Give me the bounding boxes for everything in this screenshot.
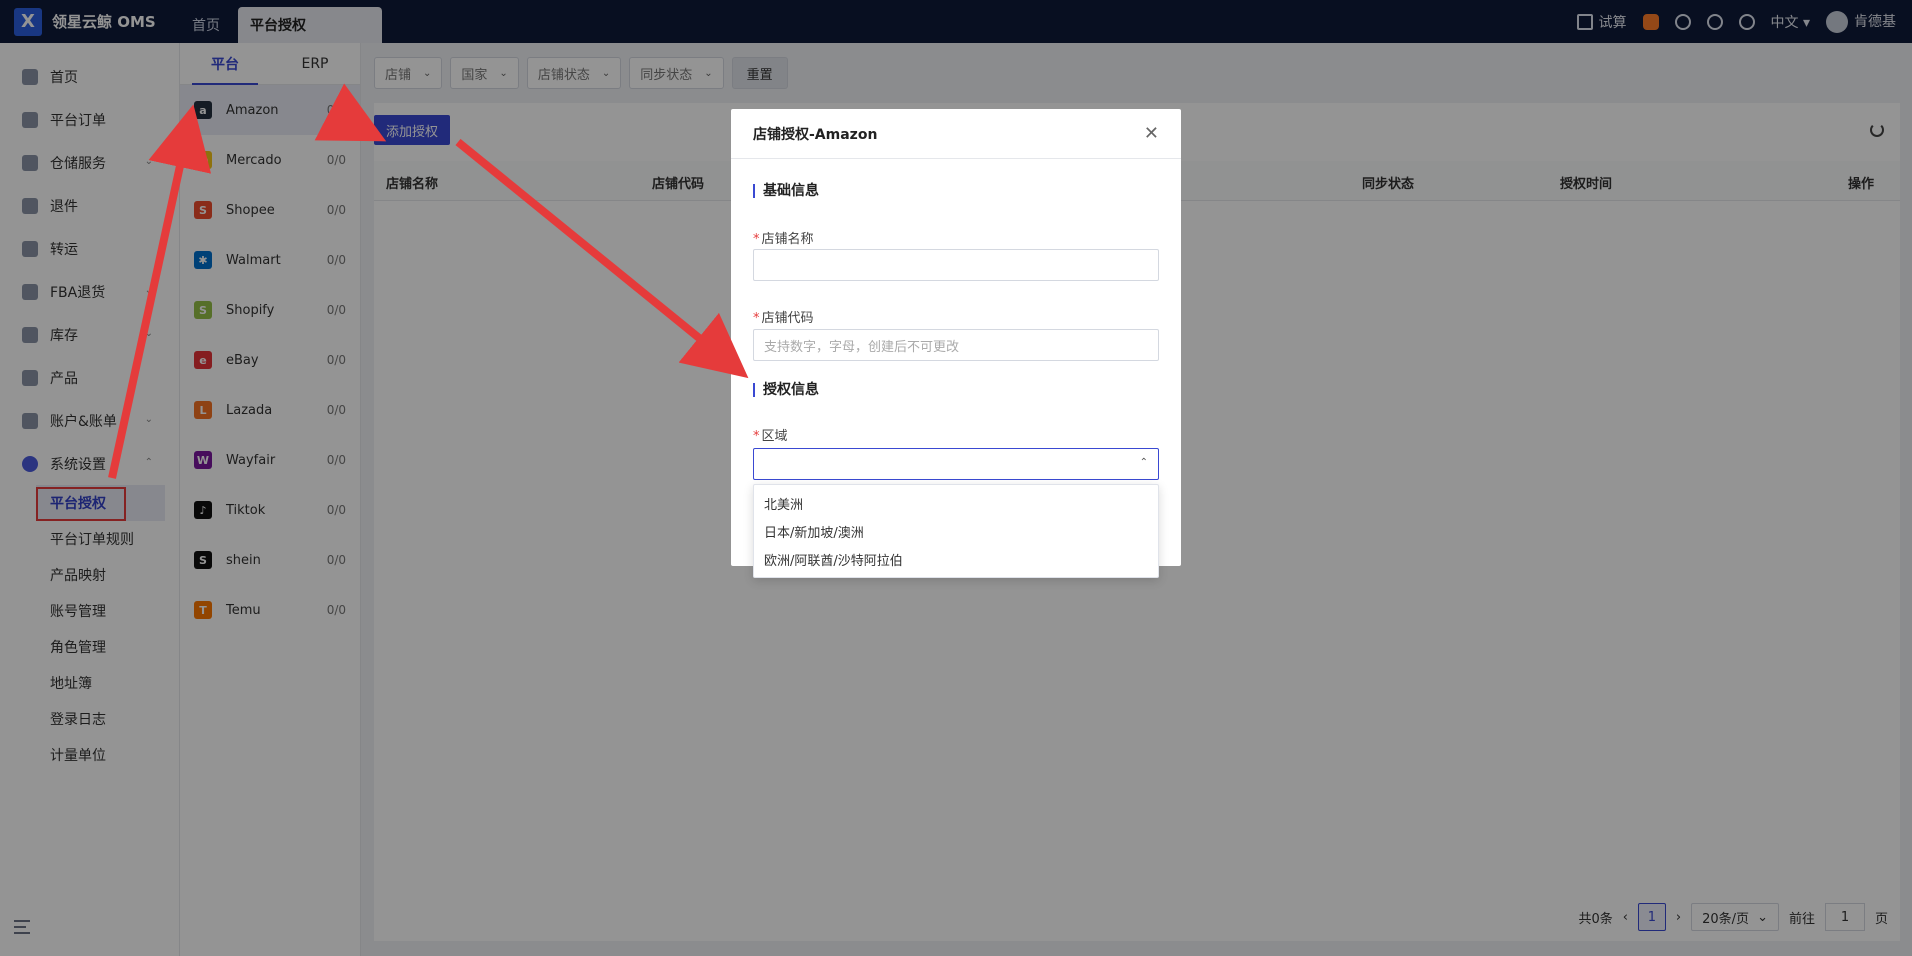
region-label: * 区域 xyxy=(753,425,788,444)
required-mark: * xyxy=(753,311,760,326)
shop-code-input[interactable]: 支持数字，字母，创建后不可更改 xyxy=(753,329,1159,361)
shop-code-label-text: 店铺代码 xyxy=(761,311,814,326)
dialog-header: 店铺授权-Amazon ✕ xyxy=(731,109,1181,159)
region-label-text: 区域 xyxy=(761,429,788,444)
section-auth-info: 授权信息 xyxy=(753,383,819,397)
chevron-up-icon: ⌃ xyxy=(1139,457,1148,468)
required-mark: * xyxy=(753,232,760,247)
close-icon[interactable]: ✕ xyxy=(1144,123,1159,144)
shop-name-label: * 店铺名称 xyxy=(753,228,814,247)
shop-code-label: * 店铺代码 xyxy=(753,307,814,326)
region-dropdown: 北美洲 日本/新加坡/澳洲 欧洲/阿联酋/沙特阿拉伯 xyxy=(753,484,1159,578)
dialog-title: 店铺授权-Amazon xyxy=(753,126,878,143)
required-mark: * xyxy=(753,429,760,444)
region-select[interactable]: ⌃ xyxy=(753,448,1159,480)
shop-name-label-text: 店铺名称 xyxy=(761,232,814,247)
region-option[interactable]: 北美洲 xyxy=(754,489,1158,517)
shop-name-input[interactable] xyxy=(753,249,1159,281)
section-basic-info: 基础信息 xyxy=(753,184,819,198)
region-option[interactable]: 欧洲/阿联酋/沙特阿拉伯 xyxy=(754,545,1158,573)
region-option[interactable]: 日本/新加坡/澳洲 xyxy=(754,517,1158,545)
